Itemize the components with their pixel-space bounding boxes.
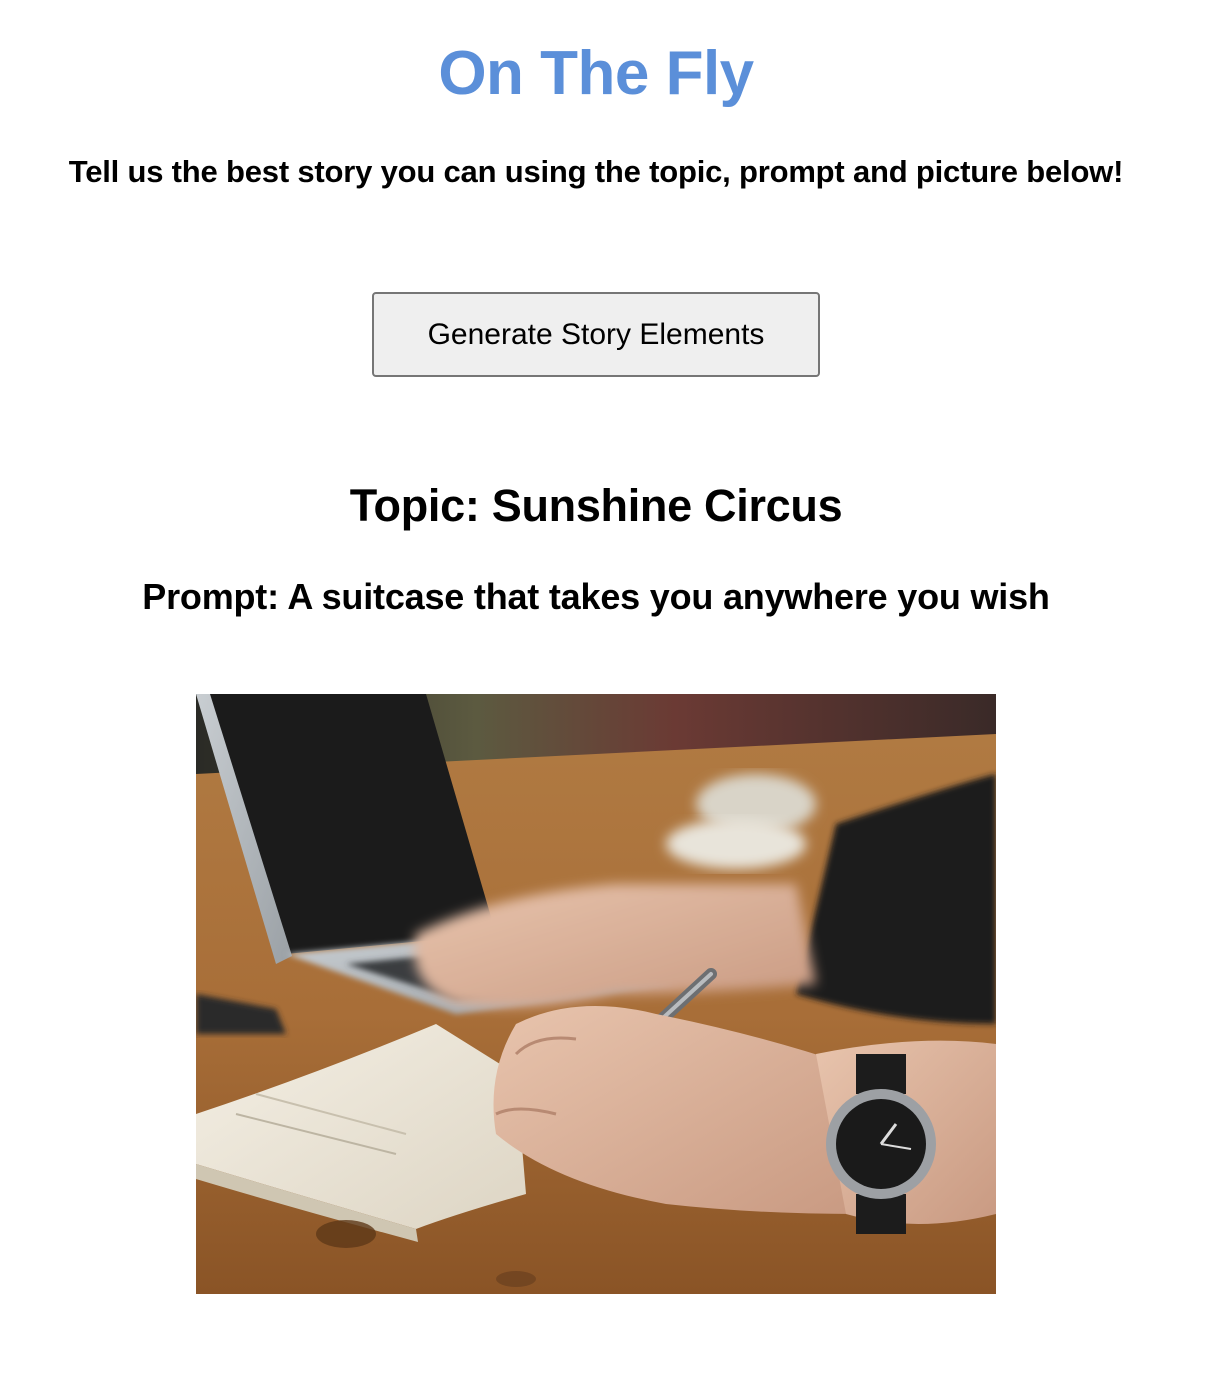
- instructions-text: Tell us the best story you can using the…: [68, 154, 1124, 189]
- app-title: On The Fly: [438, 39, 754, 108]
- topic-heading: Topic: Sunshine Circus: [349, 480, 843, 531]
- story-page: On The Fly Tell us the best story you ca…: [0, 0, 1206, 1388]
- generate-story-elements-button[interactable]: Generate Story Elements: [372, 292, 820, 377]
- prompt-heading: Prompt: A suitcase that takes you anywhe…: [142, 576, 1050, 617]
- story-picture: [196, 694, 996, 1294]
- story-photo-illustration: [196, 694, 996, 1294]
